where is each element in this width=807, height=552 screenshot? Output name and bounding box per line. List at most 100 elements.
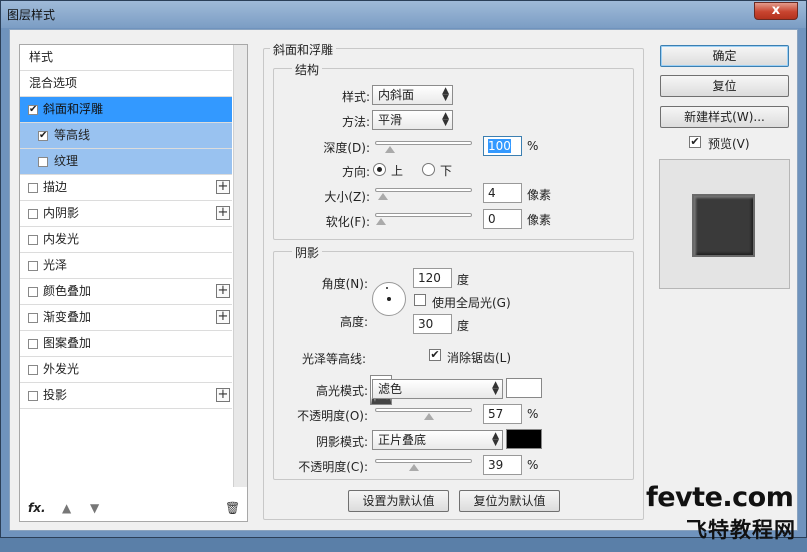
radio-dot xyxy=(377,167,382,172)
direction-down-radio[interactable] xyxy=(422,163,435,176)
size-slider-thumb[interactable] xyxy=(377,193,388,200)
antialias-checkbox[interactable]: ✔ xyxy=(429,349,441,361)
shadow-opacity-slider[interactable] xyxy=(375,459,472,471)
style-item[interactable]: 内发光 xyxy=(20,227,232,253)
shadow-opacity-input[interactable]: 39 xyxy=(483,455,522,475)
fx-button[interactable]: fx. xyxy=(28,501,46,515)
reset-default-button[interactable]: 复位为默认值 xyxy=(459,490,560,512)
highlight-opacity-slider[interactable] xyxy=(375,408,472,420)
technique-dropdown[interactable]: 平滑 ▲ ▼ xyxy=(372,110,453,130)
size-slider[interactable] xyxy=(375,188,472,200)
style-item[interactable]: ✔ 斜面和浮雕 xyxy=(20,97,232,123)
style-item-checkbox[interactable] xyxy=(28,365,38,375)
style-item-checkbox[interactable]: ✔ xyxy=(28,105,38,115)
close-button[interactable]: x xyxy=(754,2,798,20)
shadow-mode-dropdown[interactable]: 正片叠底 ▲ ▼ xyxy=(372,430,503,450)
style-item-label: 外发光 xyxy=(43,362,80,376)
style-dropdown[interactable]: 内斜面 ▲ ▼ xyxy=(372,85,453,105)
add-instance-icon[interactable]: + xyxy=(216,310,230,324)
angle-input[interactable]: 120 xyxy=(413,268,452,288)
angle-pointer xyxy=(386,287,388,289)
style-item[interactable]: 样式 xyxy=(20,45,232,71)
style-item[interactable]: 投影 + xyxy=(20,383,232,409)
title-bar[interactable]: 图层样式 x xyxy=(1,1,806,28)
watermark: fevte.com 飞特教程网 xyxy=(646,482,806,552)
style-item-checkbox[interactable]: ✔ xyxy=(38,131,48,141)
size-input[interactable]: 4 xyxy=(483,183,522,203)
style-item-label: 样式 xyxy=(29,50,54,64)
style-item[interactable]: 纹理 xyxy=(20,149,232,175)
style-item-label: 斜面和浮雕 xyxy=(43,102,104,116)
soften-label: 软化(F): xyxy=(325,215,370,229)
highlight-opacity-thumb[interactable] xyxy=(424,413,435,420)
shadow-opacity-thumb[interactable] xyxy=(409,464,420,471)
new-style-button[interactable]: 新建样式(W)... xyxy=(660,106,789,128)
style-item[interactable]: 外发光 xyxy=(20,357,232,383)
add-instance-icon[interactable]: + xyxy=(216,284,230,298)
style-item-label: 等高线 xyxy=(54,128,91,142)
highlight-mode-dropdown[interactable]: 滤色 ▲ ▼ xyxy=(372,379,503,399)
watermark-site: fevte.com xyxy=(646,482,794,513)
arrow-down-icon[interactable]: ▼ xyxy=(90,501,99,515)
direction-up-radio[interactable] xyxy=(373,163,386,176)
soften-slider[interactable] xyxy=(375,213,472,225)
style-item[interactable]: 描边 + xyxy=(20,175,232,201)
shadow-mode-value: 正片叠底 xyxy=(378,433,427,447)
style-value: 内斜面 xyxy=(378,88,415,102)
style-item-checkbox[interactable] xyxy=(28,235,38,245)
style-item[interactable]: 混合选项 xyxy=(20,71,232,97)
dropdown-arrows-icon: ▲ ▼ xyxy=(492,431,499,448)
make-default-button[interactable]: 设置为默认值 xyxy=(348,490,449,512)
style-item[interactable]: 内阴影 + xyxy=(20,201,232,227)
depth-slider[interactable] xyxy=(375,141,472,153)
altitude-input[interactable]: 30 xyxy=(413,314,452,334)
style-item-checkbox[interactable] xyxy=(38,157,48,167)
soften-slider-thumb[interactable] xyxy=(376,218,386,225)
soften-unit: 像素 xyxy=(527,213,552,227)
arrow-up-icon[interactable]: ▲ xyxy=(62,501,71,515)
ok-button[interactable]: 确定 xyxy=(660,45,789,67)
style-item-label: 内阴影 xyxy=(43,206,80,220)
style-item-label: 图案叠加 xyxy=(43,336,92,350)
shadow-color-swatch[interactable] xyxy=(506,429,542,449)
style-item[interactable]: 光泽 xyxy=(20,253,232,279)
highlight-opacity-value: 57 xyxy=(488,407,504,421)
add-instance-icon[interactable]: + xyxy=(216,206,230,220)
soften-input[interactable]: 0 xyxy=(483,209,522,229)
angle-center xyxy=(387,297,391,301)
style-item[interactable]: ✔ 等高线 xyxy=(20,123,232,149)
global-light-checkbox[interactable] xyxy=(414,294,426,306)
size-unit: 像素 xyxy=(527,188,552,202)
style-item-checkbox[interactable] xyxy=(28,391,38,401)
depth-slider-thumb[interactable] xyxy=(384,146,395,153)
style-item-checkbox[interactable] xyxy=(28,209,38,219)
styles-toolbar: fx. ▲ ▼ 🗑 xyxy=(20,497,247,521)
angle-dial[interactable] xyxy=(372,282,406,316)
shadow-mode-label: 阴影模式: xyxy=(315,435,368,449)
style-item-checkbox[interactable] xyxy=(28,339,38,349)
trash-icon[interactable]: 🗑 xyxy=(225,501,240,515)
style-item-checkbox[interactable] xyxy=(28,183,38,193)
style-item-checkbox[interactable] xyxy=(28,261,38,271)
style-item[interactable]: 图案叠加 xyxy=(20,331,232,357)
check-icon: ✔ xyxy=(690,135,700,148)
preview-checkbox[interactable]: ✔ xyxy=(689,136,701,148)
highlight-mode-value: 滤色 xyxy=(378,382,403,396)
highlight-opacity-input[interactable]: 57 xyxy=(483,404,522,424)
style-item[interactable]: 渐变叠加 + xyxy=(20,305,232,331)
style-item-checkbox[interactable] xyxy=(28,313,38,323)
style-item-checkbox[interactable] xyxy=(28,287,38,297)
gloss-contour-label: 光泽等高线: xyxy=(301,352,366,366)
highlight-color-swatch[interactable] xyxy=(506,378,542,398)
style-item[interactable]: 颜色叠加 + xyxy=(20,279,232,305)
shadow-opacity-value: 39 xyxy=(488,458,504,472)
add-instance-icon[interactable]: + xyxy=(216,388,230,402)
styles-scrollbar[interactable] xyxy=(233,45,247,487)
reset-button[interactable]: 复位 xyxy=(660,75,789,97)
global-light-label: 使用全局光(G) xyxy=(432,296,511,310)
style-item-label: 混合选项 xyxy=(29,76,78,90)
depth-input[interactable]: 100 xyxy=(483,136,522,156)
style-label: 样式: xyxy=(341,90,370,104)
dropdown-arrows-icon: ▲ ▼ xyxy=(442,86,449,103)
add-instance-icon[interactable]: + xyxy=(216,180,230,194)
